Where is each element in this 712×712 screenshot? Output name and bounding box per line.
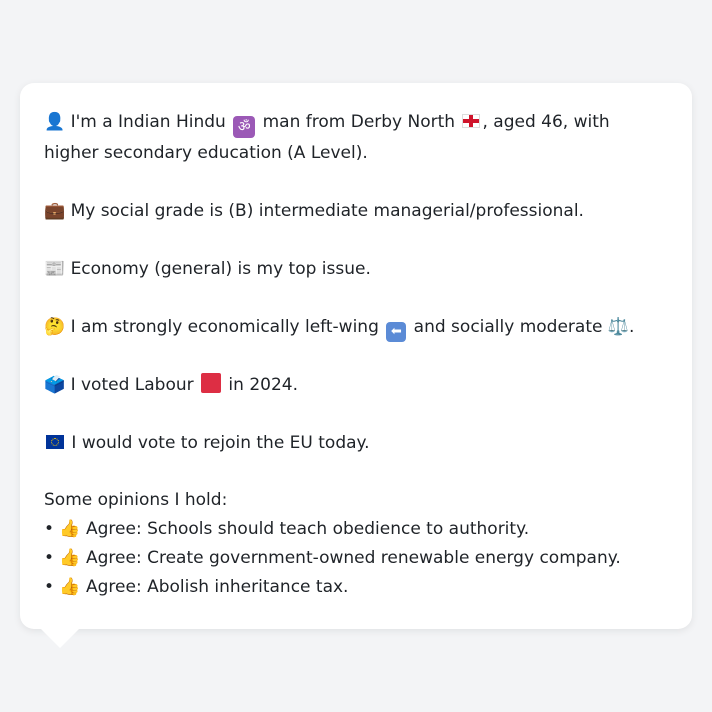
vote-text-a: 🗳️ I voted Labour bbox=[44, 375, 200, 395]
vote-line: 🗳️ I voted Labour in 2024. bbox=[44, 370, 668, 400]
persona-message-bubble: 👤 I'm a Indian Hindu ॐ man from Derby No… bbox=[20, 83, 692, 629]
ideology-line: 🤔 I am strongly economically left-wing ⬅… bbox=[44, 312, 668, 342]
identity-text-a: 👤 I'm a Indian Hindu bbox=[44, 112, 232, 132]
ideology-text-a: 🤔 I am strongly economically left-wing bbox=[44, 317, 385, 337]
left-arrow-icon: ⬅ bbox=[386, 322, 407, 342]
england-flag-icon bbox=[462, 114, 481, 128]
vote-text-b: in 2024. bbox=[223, 375, 299, 395]
eu-line: I would vote to rejoin the EU today. bbox=[44, 428, 668, 458]
opinion-item: • 👍 Agree: Abolish inheritance tax. bbox=[44, 577, 349, 597]
eu-flag-icon bbox=[46, 435, 64, 449]
opinion-item: • 👍 Agree: Create government-owned renew… bbox=[44, 548, 621, 568]
social-grade-line: 💼 My social grade is (B) intermediate ma… bbox=[44, 201, 584, 221]
identity-line: 👤 I'm a Indian Hindu ॐ man from Derby No… bbox=[44, 107, 668, 168]
opinion-item: • 👍 Agree: Schools should teach obedienc… bbox=[44, 519, 530, 539]
red-square-icon bbox=[201, 373, 222, 393]
top-issue-line: 📰 Economy (general) is my top issue. bbox=[44, 259, 371, 279]
bubble-tail bbox=[40, 628, 80, 648]
opinions-heading: Some opinions I hold: bbox=[44, 490, 228, 510]
ideology-text-b: and socially moderate ⚖️. bbox=[408, 317, 635, 337]
opinions-section: Some opinions I hold: • 👍 Agree: Schools… bbox=[44, 486, 668, 602]
om-icon: ॐ bbox=[233, 116, 256, 138]
identity-text-b: man from Derby North bbox=[257, 112, 461, 132]
eu-text: I would vote to rejoin the EU today. bbox=[66, 433, 370, 453]
